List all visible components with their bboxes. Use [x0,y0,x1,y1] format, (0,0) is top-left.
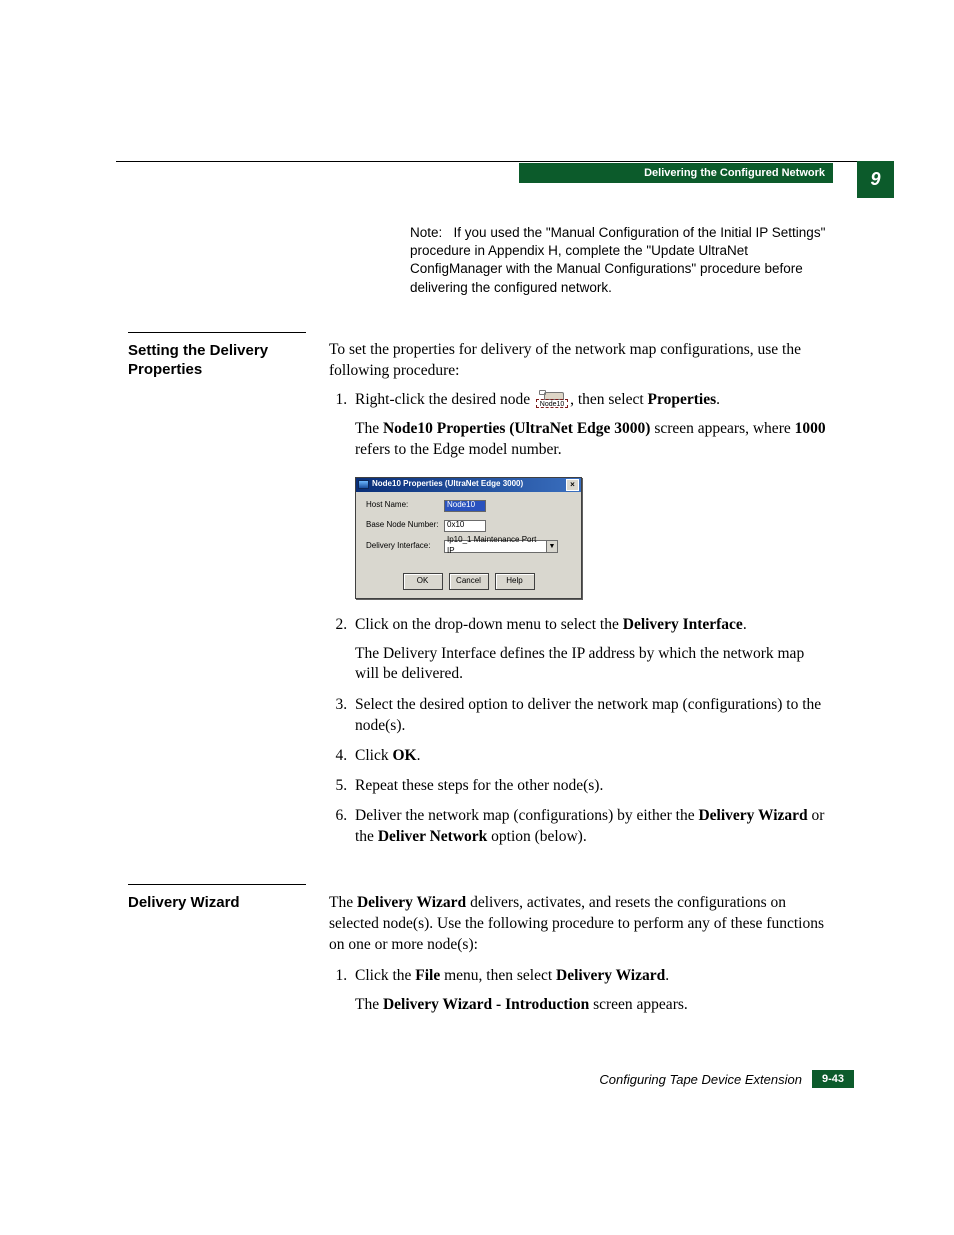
step-3: Select the desired option to deliver the… [351,695,829,737]
step1-result: The Node10 Properties (UltraNet Edge 300… [355,419,829,461]
section-rule-2 [128,884,306,885]
host-name-label: Host Name: [366,500,444,511]
section-title: Setting the Delivery Properties [128,342,318,380]
node-icon: Node10 [536,391,568,409]
dialog-title-icon [358,480,369,489]
close-icon[interactable]: × [566,479,579,491]
header-rule [116,161,858,162]
base-node-field[interactable]: 0x10 [444,520,486,532]
step-2: Click on the drop-down menu to select th… [351,615,829,686]
footer-page-number: 9-43 [812,1070,854,1088]
dialog-titlebar: Node10 Properties (UltraNet Edge 3000) × [356,478,581,492]
step-4: Click OK. [351,746,829,767]
base-node-row: Base Node Number: 0x10 [366,520,571,532]
section2-title: Delivery Wizard [128,894,318,913]
section1-steps: Right-click the desired node Node10, the… [329,390,829,848]
footer-text: Configuring Tape Device Extension [599,1072,802,1087]
properties-dialog: Node10 Properties (UltraNet Edge 3000) ×… [355,477,582,599]
dialog-buttons: OK Cancel Help [356,569,581,598]
note-block: Note: If you used the "Manual Configurat… [410,224,830,297]
section2-body: The Delivery Wizard delivers, activates,… [329,893,829,1026]
delivery-interface-row: Delivery Interface: Ip10_1 Maintenance P… [366,540,571,553]
section1-body: To set the properties for delivery of th… [329,340,829,857]
delivery-interface-select[interactable]: Ip10_1 Maintenance Port IP ▼ [444,540,558,553]
document-page: Delivering the Configured Network 9 Note… [0,0,954,1235]
section2-step-1: Click the File menu, then select Deliver… [351,966,829,1016]
base-node-label: Base Node Number: [366,520,444,531]
page-footer: Configuring Tape Device Extension 9-43 [116,1069,854,1089]
dialog-title: Node10 Properties (UltraNet Edge 3000) [372,479,566,490]
section2-steps: Click the File menu, then select Deliver… [329,966,829,1016]
delivery-interface-value: Ip10_1 Maintenance Port IP [444,540,547,553]
cancel-button[interactable]: Cancel [449,573,489,590]
running-header: Delivering the Configured Network [519,163,833,183]
host-name-row: Host Name: Node10 [366,500,571,512]
step2-result: The Delivery Interface defines the IP ad… [355,644,829,686]
section2-step1-result: The Delivery Wizard - Introduction scree… [355,995,829,1016]
note-label: Note: [410,225,442,240]
section-rule [128,332,306,333]
chapter-tab: 9 [857,161,894,198]
ok-button[interactable]: OK [403,573,443,590]
chapter-number: 9 [870,169,880,190]
dialog-body: Host Name: Node10 Base Node Number: 0x10… [356,492,581,569]
running-header-text: Delivering the Configured Network [644,167,825,179]
step-1: Right-click the desired node Node10, the… [351,390,829,599]
host-name-field[interactable]: Node10 [444,500,486,512]
step-5: Repeat these steps for the other node(s)… [351,776,829,797]
intro-text: To set the properties for delivery of th… [329,340,829,382]
step-6: Deliver the network map (configurations)… [351,806,829,848]
section2-intro: The Delivery Wizard delivers, activates,… [329,893,829,956]
note-text: If you used the "Manual Configuration of… [410,225,825,295]
node-icon-label: Node10 [536,399,568,408]
chevron-down-icon[interactable]: ▼ [547,540,558,553]
delivery-interface-label: Delivery Interface: [366,541,444,552]
help-button[interactable]: Help [495,573,535,590]
